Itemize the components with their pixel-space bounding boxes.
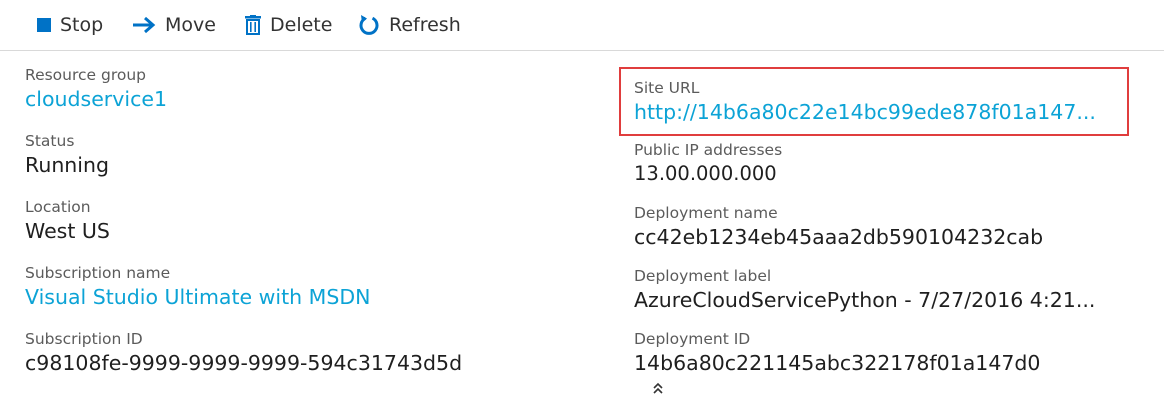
- delete-button-label: Delete: [270, 14, 333, 36]
- site-url-field: Site URL http://14b6a80c22e14bc99ede878f…: [634, 78, 1096, 126]
- refresh-icon: [358, 14, 380, 36]
- resource-group-label: Resource group: [25, 66, 147, 84]
- location-label: Location: [25, 198, 91, 216]
- stop-button[interactable]: Stop: [37, 8, 103, 42]
- location-field: Location West US: [25, 197, 110, 245]
- subscription-id-label: Subscription ID: [25, 330, 143, 348]
- subscription-name-field: Subscription name Visual Studio Ultimate…: [25, 263, 371, 311]
- deployment-id-field: Deployment ID 14b6a80c221145abc322178f01…: [634, 329, 1040, 377]
- stop-square-icon: [37, 18, 51, 32]
- public-ip-field: Public IP addresses 13.00.000.000: [634, 140, 782, 188]
- deployment-name-label: Deployment name: [634, 204, 778, 222]
- deployment-label-label: Deployment label: [634, 267, 772, 285]
- subscription-name-link[interactable]: Visual Studio Ultimate with MSDN: [25, 283, 371, 311]
- deployment-label-value: AzureCloudServicePython - 7/27/2016 4:21…: [634, 288, 1096, 312]
- status-field: Status Running: [25, 131, 109, 179]
- subscription-id-value: c98108fe-9999-9999-9999-594c31743d5d: [25, 351, 463, 375]
- subscription-id-field: Subscription ID c98108fe-9999-9999-9999-…: [25, 329, 462, 377]
- trash-icon: [245, 15, 261, 35]
- delete-button[interactable]: Delete: [245, 8, 332, 42]
- public-ip-value: 13.00.000.000: [634, 162, 777, 185]
- location-value: West US: [25, 219, 110, 243]
- refresh-button-label: Refresh: [389, 14, 461, 36]
- arrow-right-icon: [132, 16, 156, 34]
- move-button[interactable]: Move: [132, 8, 216, 42]
- status-label: Status: [25, 132, 75, 150]
- deployment-id-label: Deployment ID: [634, 330, 751, 348]
- resource-group-field: Resource group cloudservice1: [25, 65, 167, 113]
- command-toolbar: Stop Move Delete Refresh: [0, 0, 1164, 51]
- deployment-name-field: Deployment name cc42eb1234eb45aaa2db5901…: [634, 203, 1043, 251]
- status-value: Running: [25, 153, 110, 177]
- deployment-name-value: cc42eb1234eb45aaa2db590104232cab: [634, 225, 1044, 249]
- refresh-button[interactable]: Refresh: [358, 8, 461, 42]
- deployment-id-value: 14b6a80c221145abc322178f01a147d0: [634, 351, 1041, 375]
- deployment-label-field: Deployment label AzureCloudServicePython…: [634, 266, 1095, 314]
- move-button-label: Move: [165, 14, 216, 36]
- collapse-essentials-button[interactable]: [649, 381, 667, 397]
- public-ip-label: Public IP addresses: [634, 141, 783, 159]
- site-url-link[interactable]: http://14b6a80c22e14bc99ede878f01a147...: [634, 98, 1096, 126]
- resource-group-link[interactable]: cloudservice1: [25, 85, 167, 113]
- double-chevron-up-icon: [651, 380, 665, 399]
- subscription-name-label: Subscription name: [25, 264, 171, 282]
- stop-button-label: Stop: [60, 14, 104, 36]
- site-url-label: Site URL: [634, 79, 700, 97]
